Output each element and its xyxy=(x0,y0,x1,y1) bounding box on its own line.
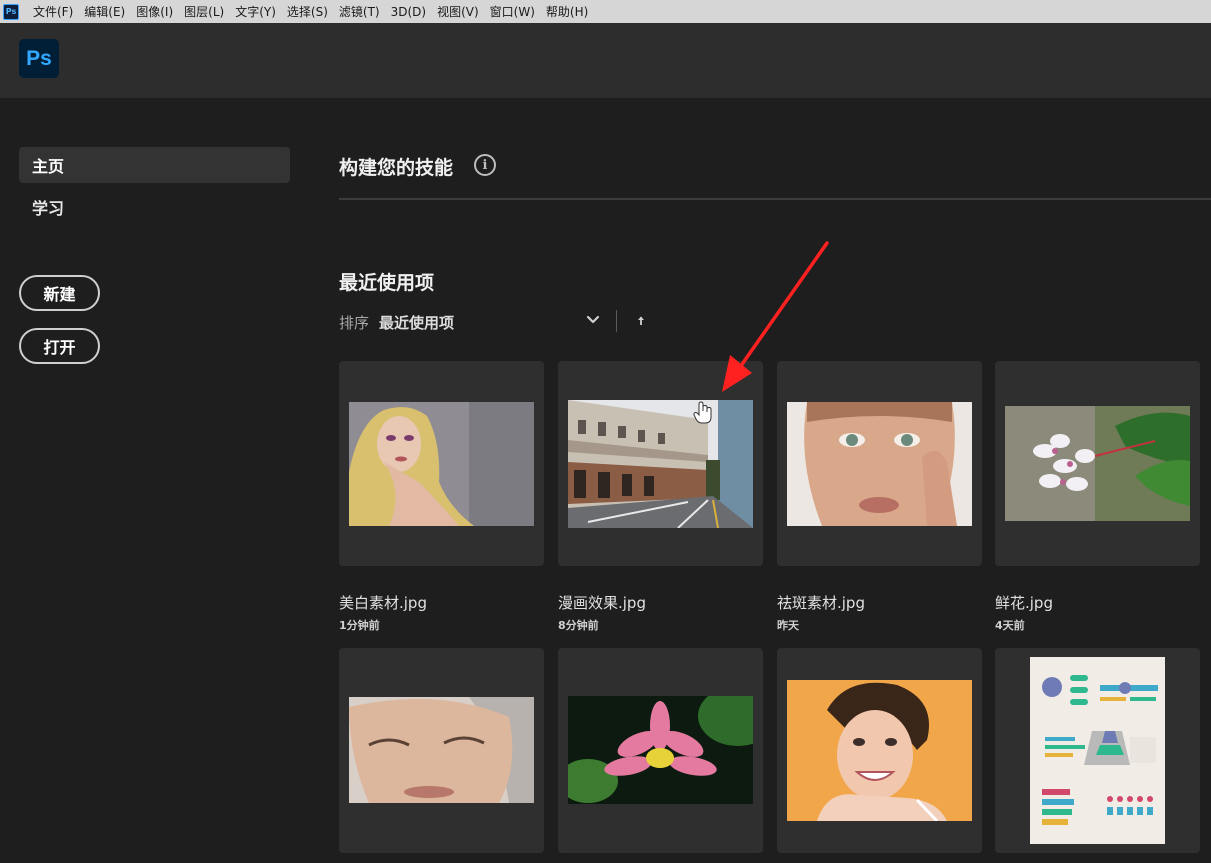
sidebar-item-home[interactable]: 主页 xyxy=(19,147,290,183)
recent-file-card[interactable] xyxy=(558,648,763,853)
sidebar-item-learn[interactable]: 学习 xyxy=(19,189,290,225)
info-icon[interactable]: i xyxy=(474,154,496,176)
menu-filter[interactable]: 滤镜(T) xyxy=(335,3,387,20)
thumbnail-image xyxy=(787,680,972,821)
photoshop-app-icon[interactable]: Ps xyxy=(3,3,19,20)
recent-file-card[interactable] xyxy=(777,361,982,566)
new-button[interactable]: 新建 xyxy=(19,275,100,311)
recent-title: 最近使用项 xyxy=(339,272,435,294)
recent-file-card[interactable] xyxy=(339,648,544,853)
sort-label: 排序 xyxy=(339,313,370,332)
sidebar-item-label: 主页 xyxy=(32,157,65,176)
sort-ascending-arrow-icon[interactable] xyxy=(636,314,646,328)
thumbnail-image xyxy=(349,697,534,803)
thumbnail-image xyxy=(349,402,534,526)
app-header: Ps xyxy=(0,23,1211,98)
menu-view[interactable]: 视图(V) xyxy=(433,3,486,20)
file-name[interactable]: 美白素材.jpg xyxy=(339,592,427,613)
menu-3d[interactable]: 3D(D) xyxy=(387,5,433,19)
recent-file-card[interactable] xyxy=(995,648,1200,853)
file-time: 昨天 xyxy=(777,619,799,632)
sort-control[interactable]: 排序 最近使用项 xyxy=(339,311,454,333)
section-divider xyxy=(339,198,1211,200)
sidebar-item-label: 学习 xyxy=(32,199,65,218)
file-time: 4天前 xyxy=(995,619,1025,632)
menu-window[interactable]: 窗口(W) xyxy=(486,3,542,20)
open-button[interactable]: 打开 xyxy=(19,328,100,364)
thumbnail-image xyxy=(568,696,753,804)
file-name[interactable]: 鲜花.jpg xyxy=(995,592,1053,613)
menu-select[interactable]: 选择(S) xyxy=(283,3,335,20)
thumbnail-image xyxy=(1005,406,1190,521)
file-time: 1分钟前 xyxy=(339,619,380,632)
hand-cursor-icon xyxy=(693,401,712,424)
thumbnail-document xyxy=(1030,657,1165,844)
file-name[interactable]: 漫画效果.jpg xyxy=(558,592,646,613)
recent-file-card[interactable] xyxy=(558,361,763,566)
menu-edit[interactable]: 编辑(E) xyxy=(80,3,132,20)
menu-help[interactable]: 帮助(H) xyxy=(542,3,595,20)
file-time: 8分钟前 xyxy=(558,619,599,632)
recent-file-card[interactable] xyxy=(777,648,982,853)
chevron-down-icon[interactable] xyxy=(586,313,600,327)
menu-layer[interactable]: 图层(L) xyxy=(180,3,231,20)
photoshop-logo: Ps xyxy=(19,39,59,78)
sort-select[interactable]: 最近使用项 xyxy=(379,312,454,333)
menu-file[interactable]: 文件(F) xyxy=(29,3,80,20)
skills-title: 构建您的技能 xyxy=(339,157,454,179)
menu-bar: Ps 文件(F) 编辑(E) 图像(I) 图层(L) 文字(Y) 选择(S) 滤… xyxy=(0,0,1211,23)
menu-type[interactable]: 文字(Y) xyxy=(231,3,283,20)
recent-file-card[interactable] xyxy=(339,361,544,566)
thumbnail-image xyxy=(568,400,753,528)
sort-separator xyxy=(616,310,617,332)
recent-file-card[interactable] xyxy=(995,361,1200,566)
file-name[interactable]: 祛斑素材.jpg xyxy=(777,592,865,613)
menu-image[interactable]: 图像(I) xyxy=(132,3,180,20)
thumbnail-image xyxy=(787,402,972,526)
